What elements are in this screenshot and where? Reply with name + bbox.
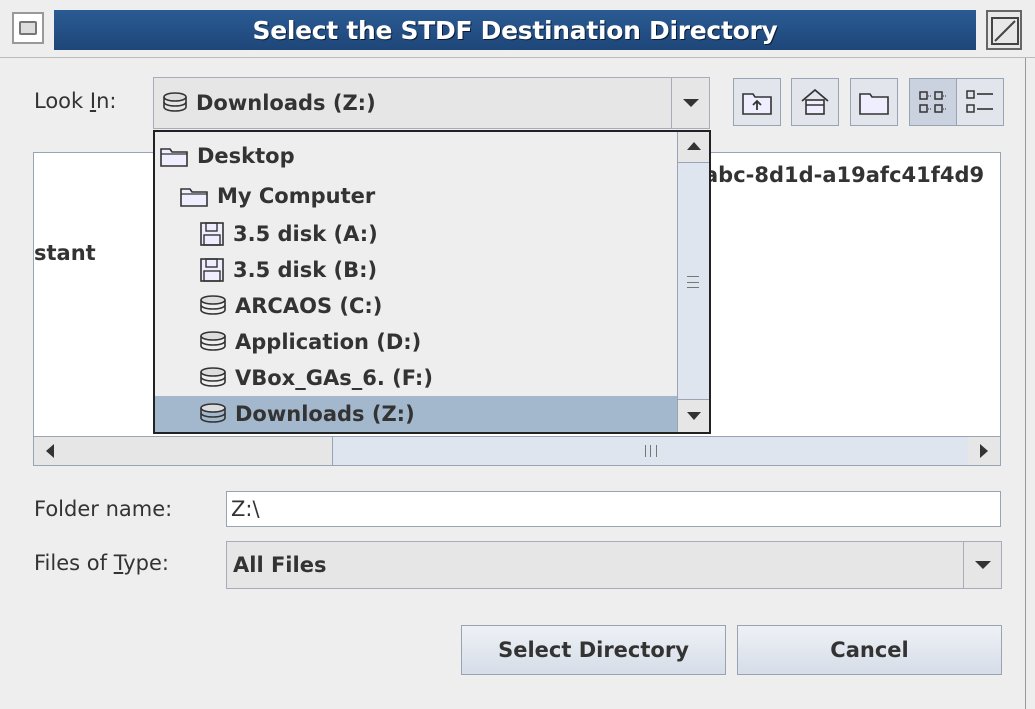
scroll-down-icon[interactable] [678, 402, 709, 430]
popup-list-item[interactable]: ARCAOS (C:) [155, 288, 677, 324]
look-in-popup[interactable]: Desktop My Computer 3.5 disk (A:) 3.5 disk … [153, 130, 711, 434]
floppy-icon [199, 257, 225, 283]
list-view-icon [919, 91, 947, 113]
popup-vertical-scrollbar[interactable] [677, 132, 709, 432]
popup-list-item[interactable]: Application (D:) [155, 324, 677, 360]
popup-item-label: My Computer [217, 184, 376, 208]
floppy-icon [199, 221, 225, 247]
details-view-icon [966, 90, 993, 113]
popup-item-label: Application (D:) [235, 330, 422, 354]
look-in-label: Look In: [34, 89, 117, 113]
files-of-type-label: Files of Type: [34, 551, 170, 575]
drive-icon [163, 92, 187, 112]
new-folder-icon [859, 93, 889, 115]
scroll-left-icon[interactable] [34, 437, 66, 465]
popup-item-label: 3.5 disk (A:) [233, 222, 378, 246]
popup-item-label: VBox_GAs_6. (F:) [235, 366, 433, 390]
drive-icon [199, 295, 227, 317]
horizontal-scrollbar[interactable] [33, 436, 1001, 466]
scroll-right-icon[interactable] [968, 437, 1000, 465]
details-view-button[interactable] [956, 78, 1004, 126]
up-one-level-button[interactable] [733, 78, 781, 126]
title-bar: Select the STDF Destination Directory [0, 0, 1035, 58]
popup-item-label: ARCAOS (C:) [235, 294, 383, 318]
popup-list-item[interactable]: Downloads (Z:) [155, 396, 677, 432]
drive-icon [199, 331, 227, 353]
select-directory-button[interactable]: Select Directory [461, 625, 726, 675]
window-frame [1025, 58, 1035, 709]
new-folder-button[interactable] [850, 78, 898, 126]
maximize-icon[interactable] [986, 10, 1022, 50]
drive-icon [199, 367, 227, 389]
files-of-type-value: All Files [233, 553, 327, 577]
home-icon [801, 88, 829, 115]
folder-icon [159, 144, 189, 168]
cancel-button[interactable]: Cancel [737, 625, 1002, 675]
look-in-dropdown-icon[interactable] [671, 78, 709, 128]
popup-list-item[interactable]: 3.5 disk (A:) [155, 216, 677, 252]
file-list-item[interactable]: abc-8d1d-a19afc41f4d9 [704, 163, 984, 187]
drive-icon [199, 403, 227, 425]
popup-list-item[interactable]: 3.5 disk (B:) [155, 252, 677, 288]
look-in-selected-text: Downloads (Z:) [196, 91, 376, 115]
look-in-combo[interactable]: Downloads (Z:) [153, 77, 710, 129]
popup-list-item[interactable]: Desktop [155, 138, 677, 174]
horizontal-scroll-thumb[interactable] [332, 437, 970, 465]
folder-icon [179, 184, 209, 208]
scroll-up-icon[interactable] [678, 132, 709, 160]
home-button[interactable] [791, 78, 839, 126]
system-menu-icon[interactable] [12, 12, 44, 44]
window-title: Select the STDF Destination Directory [252, 15, 778, 45]
popup-list-item[interactable]: VBox_GAs_6. (F:) [155, 360, 677, 396]
popup-item-label: Downloads (Z:) [235, 402, 415, 426]
folder-name-label: Folder name: [34, 497, 173, 521]
title-band: Select the STDF Destination Directory [54, 10, 976, 50]
list-view-button[interactable] [909, 78, 957, 126]
popup-list-item[interactable]: My Computer [155, 178, 677, 214]
popup-item-label: 3.5 disk (B:) [233, 258, 378, 282]
popup-item-label: Desktop [197, 144, 295, 168]
up-folder-icon [742, 93, 772, 115]
files-of-type-combo[interactable]: All Files [226, 541, 1002, 589]
popup-scroll-thumb[interactable] [678, 162, 709, 400]
look-in-value: Downloads (Z:) [162, 78, 376, 128]
files-of-type-dropdown-icon[interactable] [963, 542, 1001, 588]
folder-name-field[interactable]: Z:\ [226, 491, 1001, 527]
file-list-item[interactable]: stant [34, 241, 96, 265]
